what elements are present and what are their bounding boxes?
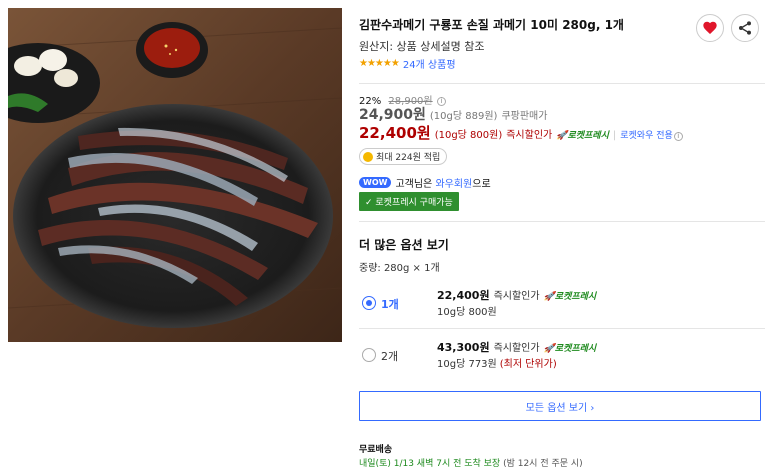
all-options-button[interactable]: 모든 옵션 보기 › bbox=[359, 391, 761, 421]
option-item-1[interactable]: 1개 22,400원 즉시할인가 🚀로켓프레시 10g당 800원 bbox=[359, 283, 765, 325]
option-price: 43,300원 bbox=[437, 341, 490, 354]
rocket-icon: 🚀 bbox=[543, 292, 555, 302]
share-button[interactable] bbox=[731, 14, 759, 42]
reward-text: 최대 224원 적립 bbox=[376, 153, 441, 163]
lowest-unit-badge: (최저 단위가) bbox=[499, 359, 557, 370]
wishlist-button[interactable] bbox=[696, 14, 724, 42]
option-qty: 2개 bbox=[381, 350, 399, 363]
shipping-label: 무료배송 bbox=[359, 445, 393, 455]
rating-row[interactable]: ★★★★★ 24개 상품평 bbox=[359, 56, 456, 71]
product-title: 김판수과메기 구룡포 손질 과메기 10미 280g, 1개 bbox=[359, 18, 624, 32]
option-unit-price: 10g당 800원 bbox=[437, 307, 497, 318]
option-qty: 1개 bbox=[381, 298, 399, 311]
origin-text: 원산지: 상품 상세설명 참조 bbox=[359, 40, 485, 53]
coupang-price-label: 쿠팡판매가 bbox=[501, 111, 548, 122]
info-icon[interactable]: i bbox=[673, 132, 683, 141]
reward-chip[interactable]: 최대 224원 적립 bbox=[359, 148, 448, 165]
rocket-fresh-badge: 🚀로켓프레시 bbox=[556, 131, 609, 141]
wow-member-link[interactable]: 와우회원 bbox=[435, 175, 472, 190]
option-item-2[interactable]: 2개 43,300원 즉시할인가 🚀로켓프레시 10g당 773원 (최저 단위가… bbox=[359, 335, 765, 377]
divider bbox=[359, 83, 765, 84]
rocket-fresh-available-button[interactable]: ✓ 로켓프레시 구매가능 bbox=[359, 192, 459, 211]
sale-price: 22,400원 bbox=[359, 124, 431, 142]
shipping-info: 내일(토) 1/13 새벽 7시 전 도착 보장 (밤 12시 전 주문 시) bbox=[359, 456, 583, 469]
option-radio[interactable] bbox=[362, 296, 376, 310]
option-price: 22,400원 bbox=[437, 289, 490, 302]
sale-unit-price: (10g당 800원) bbox=[434, 130, 503, 141]
spec-text: 중량: 280g × 1개 bbox=[359, 263, 440, 274]
coupang-unit-price: (10g당 889원) bbox=[429, 111, 498, 122]
share-icon bbox=[739, 21, 751, 35]
separator: | bbox=[612, 130, 617, 141]
delivery-note: (밤 12시 전 주문 시) bbox=[500, 459, 583, 469]
sale-label: 즉시할인가 bbox=[506, 130, 553, 141]
product-image[interactable] bbox=[8, 8, 342, 342]
coupang-price: 24,900원 bbox=[359, 107, 426, 123]
delivery-date: 내일(토) 1/13 새벽 7시 전 bbox=[359, 459, 465, 469]
price-row: 24,900원 (10g당 889원) 쿠팡판매가 bbox=[359, 104, 547, 124]
option-unit-price: 10g당 773원 (최저 단위가) bbox=[437, 359, 557, 370]
rocket-fresh-badge: 🚀로켓프레시 bbox=[543, 292, 597, 302]
sale-price-row: 22,400원 (10g당 800원) 즉시할인가 🚀로켓프레시 | 로켓와우 … bbox=[359, 122, 683, 143]
option-label: 즉시할인가 bbox=[493, 291, 540, 302]
rocket-icon: 🚀 bbox=[543, 344, 555, 354]
membership-row: WOW 고객님은 와우회원 으로 bbox=[359, 175, 491, 190]
wow-only-label: 로켓와우 전용 bbox=[620, 131, 673, 141]
rocket-fresh-badge: 🚀로켓프레시 bbox=[543, 344, 597, 354]
divider bbox=[359, 328, 765, 329]
review-count-link[interactable]: 24개 상품평 bbox=[403, 56, 456, 71]
option-label: 즉시할인가 bbox=[493, 343, 540, 354]
option-radio[interactable] bbox=[362, 348, 376, 362]
star-rating-icon: ★★★★★ bbox=[359, 58, 400, 69]
membership-suffix: 으로 bbox=[472, 179, 491, 190]
heart-icon bbox=[703, 21, 717, 34]
wow-badge: WOW bbox=[359, 177, 392, 188]
divider bbox=[359, 221, 765, 222]
rocket-icon: 🚀 bbox=[556, 131, 568, 141]
more-options-heading: 더 많은 옵션 보기 bbox=[359, 238, 449, 252]
coin-icon bbox=[363, 151, 373, 162]
delivery-guarantee: 도착 보장 bbox=[464, 459, 501, 469]
membership-prefix: 고객님은 bbox=[395, 179, 433, 190]
